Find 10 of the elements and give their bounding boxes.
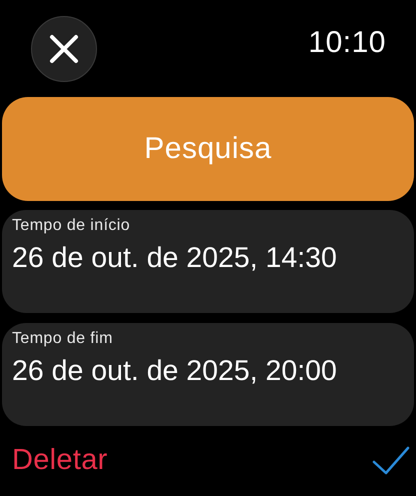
status-time: 10:10: [308, 26, 386, 60]
field-card[interactable]: Tempo de início 26 de out. de 2025, 14:30: [2, 210, 414, 313]
field-value: 26 de out. de 2025, 14:30: [12, 241, 337, 276]
field-card[interactable]: Tempo de fim 26 de out. de 2025, 20:00: [2, 323, 414, 426]
field-value: 26 de out. de 2025, 20:00: [12, 354, 337, 389]
checkmark-icon[interactable]: [372, 446, 410, 476]
field-label: Tempo de fim: [12, 329, 113, 349]
field-label: Tempo de início: [12, 216, 130, 236]
close-icon: [49, 34, 79, 64]
delete-button[interactable]: Deletar: [12, 444, 108, 477]
